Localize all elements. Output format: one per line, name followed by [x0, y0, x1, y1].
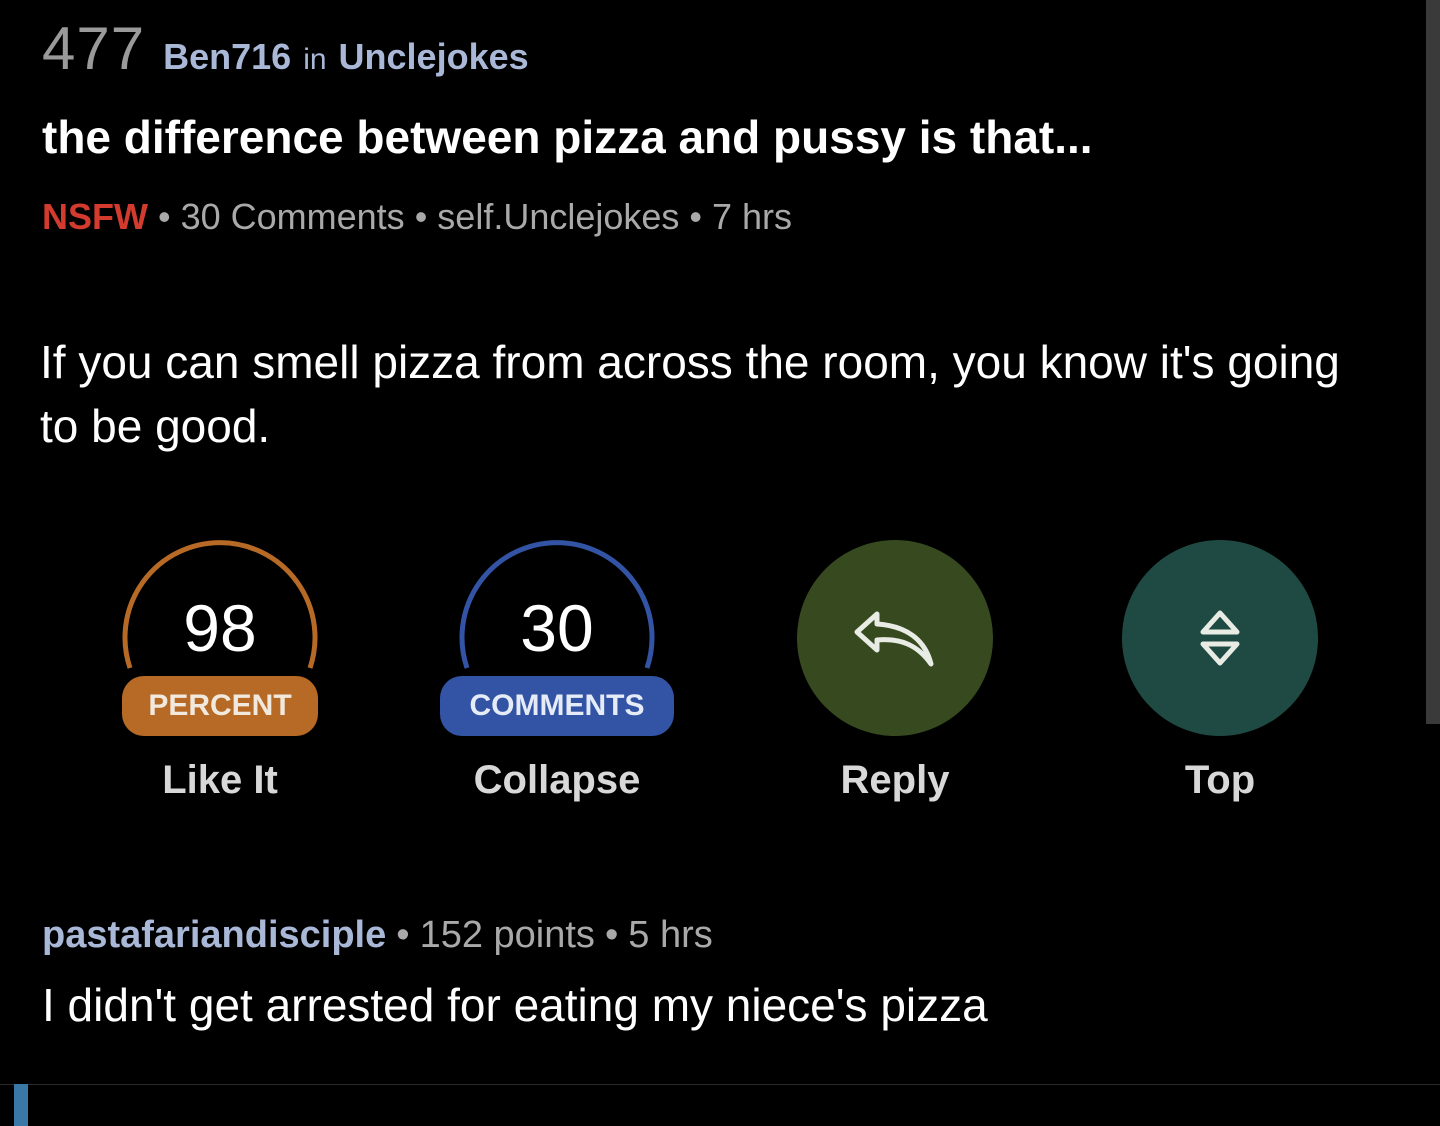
post-age: 7 hrs [712, 196, 793, 237]
up-down-chevron-icon [1200, 610, 1240, 666]
like-percent-ring: 98 PERCENT [122, 540, 318, 736]
meta-separator: • [689, 196, 703, 237]
post-domain[interactable]: self.Unclejokes [437, 196, 679, 238]
reply-button[interactable]: Reply [765, 540, 1025, 803]
post-author-link[interactable]: Ben716 [163, 36, 291, 78]
comment-author-link[interactable]: pastafariandisciple [42, 914, 386, 957]
scrollbar[interactable] [1426, 0, 1440, 724]
post-meta: NSFW • 30 Comments • self.Unclejokes • 7… [42, 196, 792, 238]
comments-pill: COMMENTS [440, 676, 674, 736]
post-title: the difference between pizza and pussy i… [42, 111, 1093, 163]
in-label: in [303, 43, 327, 76]
post-header: 477 Ben716 in Unclejokes [42, 14, 529, 83]
post-detail-view: 477 Ben716 in Unclejokes the difference … [0, 0, 1440, 1126]
post-score: 477 [42, 15, 146, 82]
nsfw-badge: NSFW [42, 196, 148, 237]
top-label: Top [1184, 758, 1256, 802]
subreddit-link[interactable]: Unclejokes [339, 36, 529, 78]
percent-pill: PERCENT [122, 676, 318, 736]
comment-meta: pastafariandisciple • 152 points • 5 hrs [42, 914, 713, 957]
reply-arrow-icon [854, 611, 934, 667]
like-it-button[interactable]: 98 PERCENT Like It [90, 540, 350, 803]
top-button[interactable]: Top [1090, 540, 1350, 803]
meta-separator: • [604, 914, 619, 956]
post-body: If you can smell pizza from across the r… [40, 336, 1340, 452]
top-circle [1122, 540, 1318, 736]
comments-count[interactable]: 30 Comments [181, 196, 405, 238]
comment-points: 152 points [419, 914, 595, 956]
comments-value: 30 [520, 591, 594, 665]
comment-age: 5 hrs [628, 914, 713, 956]
reply-circle [797, 540, 993, 736]
collapse-label: Collapse [473, 758, 641, 802]
like-percent-value: 98 [183, 591, 257, 665]
collapse-button[interactable]: 30 COMMENTS Collapse [427, 540, 687, 803]
comment-body: I didn't get arrested for eating my niec… [42, 979, 988, 1031]
meta-separator: • [414, 196, 428, 237]
meta-separator: • [396, 914, 410, 956]
meta-separator: • [157, 196, 171, 237]
divider [0, 1084, 1440, 1085]
reply-label: Reply [840, 758, 950, 802]
like-it-label: Like It [162, 758, 278, 802]
comment-indent-bar [14, 1084, 28, 1126]
comments-ring: 30 COMMENTS [440, 540, 674, 736]
